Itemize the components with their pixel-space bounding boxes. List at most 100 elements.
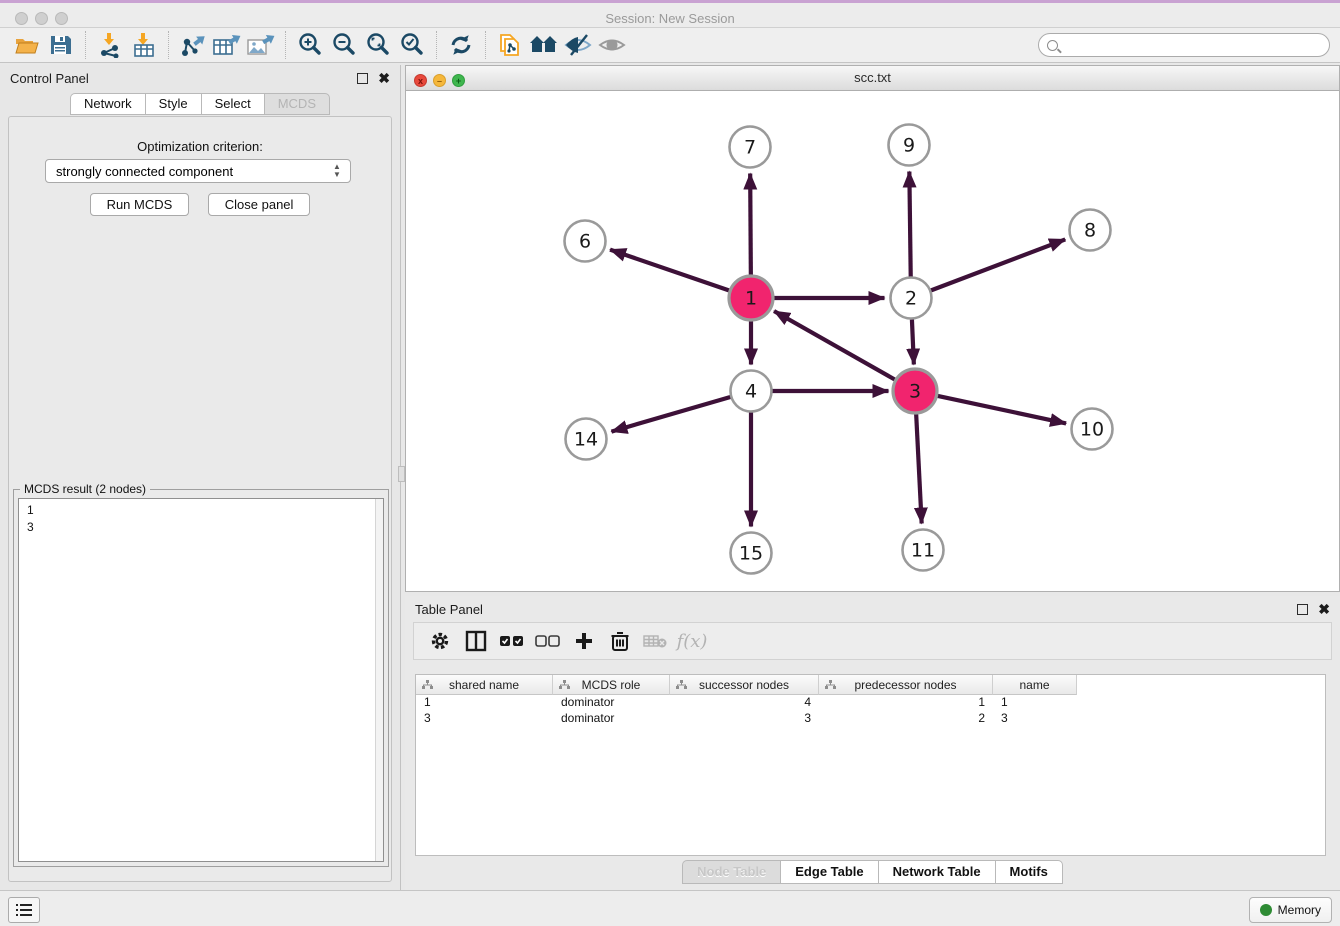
columns-icon[interactable] [458, 626, 494, 656]
edge-3-11[interactable] [916, 412, 922, 523]
tab-node-table[interactable]: Node Table [682, 860, 780, 884]
delete-table-icon[interactable] [638, 626, 674, 656]
import-network-icon[interactable] [93, 30, 127, 60]
close-panel-button[interactable]: Close panel [208, 193, 311, 216]
table-cell[interactable]: 4 [670, 695, 819, 711]
table-panel-tabs: Node TableEdge TableNetwork TableMotifs [405, 860, 1340, 884]
float-panel-icon[interactable] [357, 73, 368, 84]
tab-network-table[interactable]: Network Table [878, 860, 995, 884]
tab-network[interactable]: Network [70, 93, 145, 115]
graph-node-6[interactable]: 6 [565, 221, 606, 262]
add-column-icon[interactable] [566, 626, 602, 656]
zoom-out-icon[interactable] [327, 30, 361, 60]
table-cell[interactable]: dominator [553, 695, 670, 711]
table-cell[interactable]: 1 [819, 695, 993, 711]
column-header-successor-nodes[interactable]: successor nodes [670, 675, 819, 695]
graph-node-8[interactable]: 8 [1070, 210, 1111, 251]
export-table-icon[interactable] [210, 30, 244, 60]
edge-3-10[interactable] [936, 396, 1066, 424]
gear-icon[interactable] [422, 626, 458, 656]
first-neighbors-icon[interactable] [527, 30, 561, 60]
show-details-icon[interactable] [595, 30, 629, 60]
search-field[interactable] [1038, 33, 1330, 57]
network-close-button[interactable]: x [414, 74, 427, 87]
table-cell[interactable]: 3 [670, 711, 819, 727]
graph-node-3[interactable]: 3 [893, 369, 937, 413]
edge-1-6[interactable] [610, 250, 731, 291]
select-all-icon[interactable] [494, 626, 530, 656]
open-session-icon[interactable] [10, 30, 44, 60]
graph-node-14[interactable]: 14 [566, 419, 607, 460]
close-table-panel-icon[interactable]: ✖ [1318, 602, 1330, 616]
tab-motifs[interactable]: Motifs [995, 860, 1063, 884]
graph-node-2[interactable]: 2 [891, 278, 932, 319]
network-canvas[interactable]: 7 9 6 8 1 2 4 3 14 10 15 11 [406, 91, 1339, 591]
float-table-panel-icon[interactable] [1297, 604, 1308, 615]
graph-node-7[interactable]: 7 [730, 127, 771, 168]
column-header-predecessor-nodes[interactable]: predecessor nodes [819, 675, 993, 695]
task-history-button[interactable] [8, 897, 40, 923]
search-input[interactable] [1062, 35, 1329, 55]
hide-details-icon[interactable] [561, 30, 595, 60]
column-header-name[interactable]: name [993, 675, 1077, 695]
deselect-all-icon[interactable] [530, 626, 566, 656]
network-window-titlebar[interactable]: x–+ scc.txt [406, 66, 1339, 91]
table-row[interactable]: 1dominator411 [416, 695, 1325, 711]
graph-node-9[interactable]: 9 [889, 125, 930, 166]
column-header-MCDS-role[interactable]: MCDS role [553, 675, 670, 695]
table-row[interactable]: 3dominator323 [416, 711, 1325, 727]
run-mcds-button[interactable]: Run MCDS [90, 193, 190, 216]
mcds-result-text[interactable]: 13 [18, 498, 384, 862]
toolbar-separator [168, 31, 169, 59]
graph-node-1[interactable]: 1 [729, 276, 773, 320]
edge-4-14[interactable] [611, 397, 730, 432]
table-cell[interactable]: 2 [819, 711, 993, 727]
delete-icon[interactable] [602, 626, 638, 656]
export-image-icon[interactable] [244, 30, 278, 60]
tab-style[interactable]: Style [145, 93, 201, 115]
graph-node-11[interactable]: 11 [903, 530, 944, 571]
network-maximize-button[interactable]: + [452, 74, 465, 87]
edge-3-1[interactable] [774, 311, 896, 380]
tab-mcds[interactable]: MCDS [264, 93, 330, 115]
result-scrollbar[interactable] [375, 499, 383, 861]
node-table[interactable]: shared nameMCDS rolesuccessor nodesprede… [415, 674, 1326, 856]
dropdown-stepper-icon: ▲▼ [332, 163, 342, 179]
edge-1-7[interactable] [750, 173, 751, 276]
edge-2-8[interactable] [931, 239, 1065, 290]
clone-network-icon[interactable] [493, 30, 527, 60]
tab-select[interactable]: Select [201, 93, 264, 115]
node-label: 4 [745, 381, 757, 403]
criterion-dropdown[interactable]: strongly connected component ▲▼ [45, 159, 351, 183]
graph-node-4[interactable]: 4 [731, 371, 772, 412]
tab-edge-table[interactable]: Edge Table [780, 860, 877, 884]
table-cell[interactable]: dominator [553, 711, 670, 727]
edge-2-3[interactable] [912, 319, 914, 364]
graph-node-15[interactable]: 15 [731, 533, 772, 574]
table-cell[interactable]: 1 [993, 695, 1077, 711]
optimization-criterion-label: Optimization criterion: [9, 139, 391, 154]
zoom-in-icon[interactable] [293, 30, 327, 60]
import-table-icon[interactable] [127, 30, 161, 60]
graph-node-10[interactable]: 10 [1072, 409, 1113, 450]
table-body: 1dominator4113dominator323 [416, 695, 1325, 727]
session-title: Session: New Session [0, 11, 1340, 26]
zoom-fit-icon[interactable] [361, 30, 395, 60]
edge-2-9[interactable] [909, 171, 910, 276]
table-cell[interactable]: 1 [416, 695, 553, 711]
column-header-shared-name[interactable]: shared name [416, 675, 553, 695]
save-session-icon[interactable] [44, 30, 78, 60]
function-builder-icon[interactable]: f(x) [674, 626, 710, 656]
close-panel-icon[interactable]: ✖ [378, 71, 390, 85]
export-network-icon[interactable] [176, 30, 210, 60]
network-minimize-button[interactable]: – [433, 74, 446, 87]
table-cell[interactable]: 3 [416, 711, 553, 727]
panel-divider-grip[interactable] [398, 466, 405, 482]
table-header-row: shared nameMCDS rolesuccessor nodesprede… [416, 675, 1325, 695]
result-line: 3 [27, 519, 383, 536]
refresh-icon[interactable] [444, 30, 478, 60]
node-label: 14 [574, 429, 598, 451]
memory-button[interactable]: Memory [1249, 897, 1332, 923]
table-cell[interactable]: 3 [993, 711, 1077, 727]
zoom-selected-icon[interactable] [395, 30, 429, 60]
